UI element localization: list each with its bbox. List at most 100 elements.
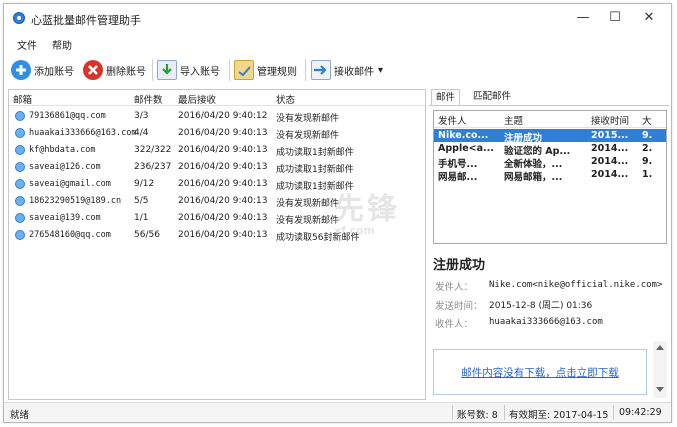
mail-account-icon bbox=[15, 196, 25, 206]
receive-mail-button[interactable]: 接收邮件 ▾ bbox=[311, 57, 383, 83]
add-account-label: 添加账号 bbox=[34, 66, 74, 78]
account-last-received: 2016/04/20 9:40:13 bbox=[178, 128, 268, 138]
delete-x-icon bbox=[83, 60, 103, 80]
account-last-received: 2016/04/20 9:40:13 bbox=[178, 145, 268, 155]
mail-row[interactable]: 网易邮... 网易邮箱，... 2014... 1. bbox=[434, 168, 666, 183]
account-row[interactable]: saveai@126.com 236/237 2016/04/20 9:40:1… bbox=[9, 159, 425, 176]
minimize-button[interactable]: — bbox=[568, 8, 598, 28]
maximize-button[interactable]: ☐ bbox=[600, 8, 630, 28]
menu-help[interactable]: 帮助 bbox=[52, 37, 72, 52]
plus-icon bbox=[11, 60, 31, 80]
mail-account-icon bbox=[15, 128, 25, 138]
account-last-received: 2016/04/20 9:40:13 bbox=[178, 230, 268, 240]
account-row[interactable]: 79136861@qq.com 3/3 2016/04/20 9:40:12 没… bbox=[9, 108, 425, 125]
scroll-up-icon[interactable] bbox=[656, 345, 664, 350]
valid-until: 有效期至: 2017-04-15 bbox=[509, 410, 609, 421]
recipient-label: 收件人： bbox=[435, 319, 474, 330]
account-email: kf@hbdata.com bbox=[29, 145, 96, 155]
account-email: 18623290519@189.cn bbox=[29, 196, 122, 206]
mail-tabs: 邮件 匹配邮件 bbox=[429, 89, 669, 106]
mail-account-icon bbox=[15, 179, 25, 189]
account-row[interactable]: kf@hbdata.com 322/322 2016/04/20 9:40:13… bbox=[9, 142, 425, 159]
add-account-button[interactable]: 添加账号 bbox=[11, 57, 74, 83]
download-mail-link[interactable]: 邮件内容没有下载，点击立即下载 bbox=[434, 365, 646, 380]
rules-folder-icon bbox=[234, 60, 254, 80]
mail-size: 2. bbox=[642, 143, 653, 154]
account-row[interactable]: huaakai333666@163.com 4/4 2016/04/20 9:4… bbox=[9, 125, 425, 142]
account-mail-count: 4/4 bbox=[134, 128, 149, 138]
mail-size: 1. bbox=[642, 169, 653, 180]
account-row[interactable]: 18623290519@189.cn 5/5 2016/04/20 9:40:1… bbox=[9, 193, 425, 210]
mail-time: 2014... bbox=[591, 156, 629, 167]
account-email: saveai@139.com bbox=[29, 213, 101, 223]
account-status: 成功读取1封新邮件 bbox=[276, 182, 354, 192]
mail-account-icon bbox=[15, 230, 25, 240]
mail-account-icon bbox=[15, 213, 25, 223]
account-row[interactable]: 276548160@qq.com 56/56 2016/04/20 9:40:1… bbox=[9, 227, 425, 244]
menu-bar: 文件 帮助 bbox=[4, 34, 671, 52]
account-row[interactable]: saveai@139.com 1/1 2016/04/20 9:40:13 没有… bbox=[9, 210, 425, 227]
mail-account-icon bbox=[15, 145, 25, 155]
download-prompt: 邮件内容没有下载，点击立即下载 bbox=[433, 349, 647, 395]
account-mail-count: 5/5 bbox=[134, 196, 149, 206]
account-email: 276548160@qq.com bbox=[29, 230, 111, 240]
mail-size: 9. bbox=[642, 156, 653, 167]
manage-rules-button[interactable]: 管理规则 bbox=[234, 57, 297, 83]
receive-mail-label: 接收邮件 bbox=[334, 66, 374, 78]
app-window: 心蓝批量邮件管理助手 — ☐ ✕ 文件 帮助 添加账号 删除账号 导入账号 管理… bbox=[3, 3, 672, 423]
mail-time: 2015... bbox=[591, 130, 629, 141]
account-email: saveai@126.com bbox=[29, 162, 101, 172]
column-header-email[interactable]: 邮箱 bbox=[13, 92, 32, 106]
account-email: saveai@gmail.com bbox=[29, 179, 111, 189]
menu-file[interactable]: 文件 bbox=[17, 37, 37, 52]
account-last-received: 2016/04/20 9:40:13 bbox=[178, 162, 268, 172]
import-account-button[interactable]: 导入账号 bbox=[157, 57, 220, 83]
mail-sender: Apple<a... bbox=[438, 143, 494, 154]
account-mail-count: 9/12 bbox=[134, 179, 155, 189]
column-header-subject[interactable]: 主题 bbox=[504, 113, 523, 127]
account-status: 没有发现新邮件 bbox=[276, 216, 340, 226]
tab-matched-mail[interactable]: 匹配邮件 bbox=[469, 89, 515, 104]
mail-time: 2014... bbox=[591, 169, 629, 180]
account-status: 没有发现新邮件 bbox=[276, 114, 340, 124]
column-header-sender[interactable]: 发件人 bbox=[438, 113, 467, 127]
scroll-down-icon[interactable] bbox=[656, 387, 664, 392]
header-divider bbox=[434, 127, 666, 128]
chevron-down-icon[interactable]: ▾ bbox=[378, 65, 383, 76]
account-status: 成功读取56封新邮件 bbox=[276, 233, 360, 243]
mail-size: 9. bbox=[642, 130, 653, 141]
column-header-status[interactable]: 状态 bbox=[276, 92, 295, 106]
status-bar: 就绪 账号数: 8 有效期至: 2017-04-15 09:42:29 bbox=[4, 402, 671, 422]
column-header-size[interactable]: 大 bbox=[642, 113, 652, 127]
column-header-count[interactable]: 邮件数 bbox=[134, 92, 163, 106]
toolbar-divider bbox=[229, 59, 230, 81]
mail-row[interactable]: 手机号... 全新体验，... 2014... 9. bbox=[434, 155, 666, 170]
mail-time: 2014... bbox=[591, 143, 629, 154]
manage-rules-label: 管理规则 bbox=[257, 66, 297, 78]
account-last-received: 2016/04/20 9:40:12 bbox=[178, 111, 268, 121]
status-divider bbox=[452, 405, 453, 420]
column-header-last-received[interactable]: 最后接收 bbox=[178, 92, 216, 106]
from-value: Nike.com<nike@official.nike.com> bbox=[489, 280, 663, 290]
app-logo-icon bbox=[13, 12, 25, 24]
detail-scrollbar[interactable] bbox=[653, 341, 667, 398]
mail-row[interactable]: Apple<a... 验证您的 Ap... 2014... 2. bbox=[434, 142, 666, 157]
close-button[interactable]: ✕ bbox=[634, 8, 664, 28]
status-divider bbox=[613, 405, 614, 420]
mail-sender: 网易邮... bbox=[438, 172, 478, 183]
account-status: 没有发现新邮件 bbox=[276, 199, 340, 209]
mail-subject: 网易邮箱，... bbox=[504, 172, 563, 183]
recipient-value: huaakai333666@163.com bbox=[489, 317, 603, 327]
account-row[interactable]: saveai@gmail.com 9/12 2016/04/20 9:40:13… bbox=[9, 176, 425, 193]
column-header-received-time[interactable]: 接收时间 bbox=[591, 113, 629, 127]
account-email: huaakai333666@163.com bbox=[29, 128, 137, 138]
account-status: 没有发现新邮件 bbox=[276, 131, 340, 141]
toolbar: 添加账号 删除账号 导入账号 管理规则 接收邮件 ▾ bbox=[4, 53, 671, 87]
account-last-received: 2016/04/20 9:40:13 bbox=[178, 213, 268, 223]
status-clock: 09:42:29 bbox=[619, 407, 662, 418]
account-mail-count: 1/1 bbox=[134, 213, 149, 223]
delete-account-button[interactable]: 删除账号 bbox=[83, 57, 146, 83]
tab-mail[interactable]: 邮件 bbox=[431, 89, 461, 106]
send-time-value: 2015-12-8 (周二) 01:36 bbox=[489, 301, 593, 311]
mail-row[interactable]: Nike.co... 注册成功 2015... 9. bbox=[434, 129, 666, 144]
